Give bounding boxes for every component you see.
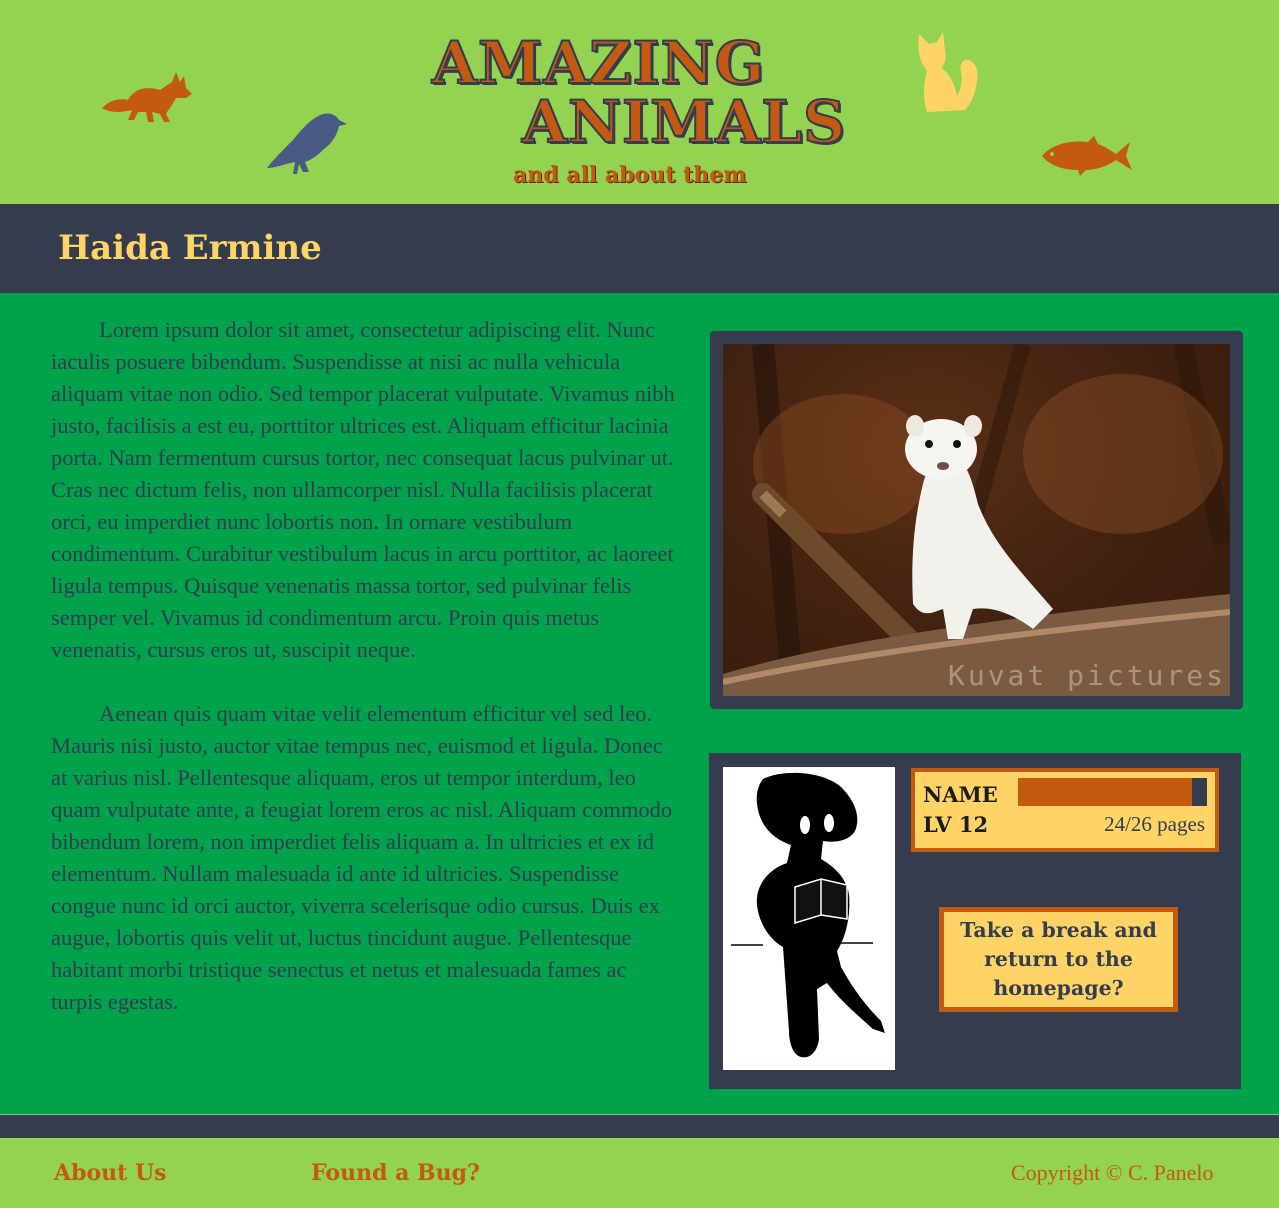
fish-icon [1042,136,1132,176]
article-body: Lorem ipsum dolor sit amet, consectetur … [51,314,683,1050]
reader-name-label: NAME [923,782,998,807]
logo-title-line2[interactable]: ANIMALS [521,92,846,152]
found-a-bug-link[interactable]: Found a Bug? [311,1160,480,1186]
page-title: Haida Ermine [58,228,322,268]
ermine-photo: Kuvat pictures [723,344,1230,696]
logo-title-line1[interactable]: AMAZING [431,33,765,93]
photo-frame: Kuvat pictures [710,331,1243,709]
site-tagline: and all about them [513,162,747,188]
reading-progress-bar [1018,778,1207,806]
cat-icon [918,32,978,112]
reading-status-panel: NAME LV 12 24/26 pages Take a break and … [709,753,1241,1089]
reading-progress-fill [1018,778,1193,806]
site-header: AMAZING ANIMALS and all about them [0,0,1279,204]
pages-count-text: 24/26 pages [1104,812,1205,836]
reader-avatar [723,767,895,1070]
article-paragraph: Aenean quis quam vitae velit elementum e… [51,701,673,1014]
bird-icon [267,113,347,174]
take-break-button[interactable]: Take a break and return to the homepage? [939,907,1178,1012]
about-us-link[interactable]: About Us [54,1160,167,1186]
reader-level-label: LV 12 [923,812,989,837]
photo-credit-watermark: Kuvat pictures [947,659,1226,692]
copyright-text: Copyright © C. Panelo [1011,1160,1214,1185]
fox-icon [102,72,192,122]
footer-divider [0,1114,1279,1139]
reader-stats-box: NAME LV 12 24/26 pages [911,768,1219,852]
article-paragraph: Lorem ipsum dolor sit amet, consectetur … [51,317,675,662]
